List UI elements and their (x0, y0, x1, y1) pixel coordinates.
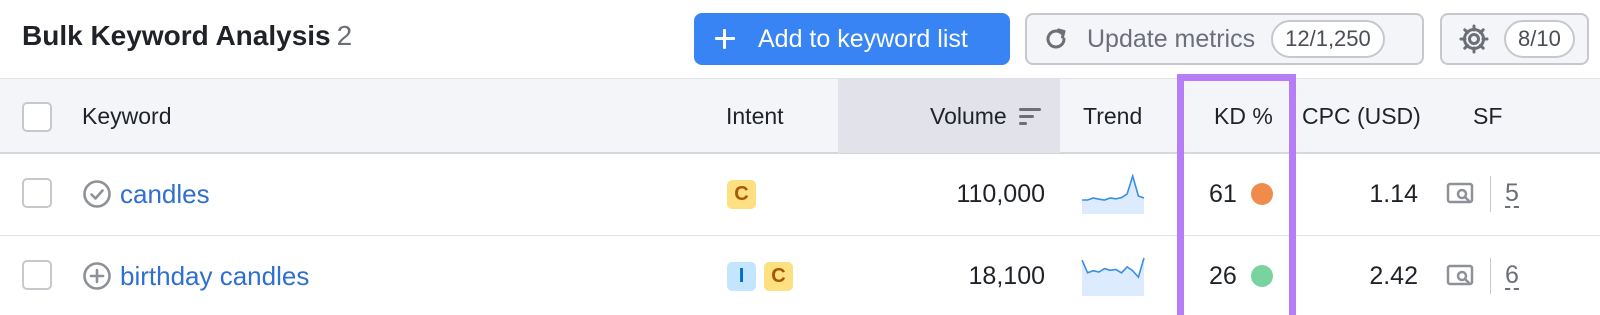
intent-cell: C (727, 154, 764, 234)
intent-badge-informational: I (727, 261, 756, 291)
gear-icon (1459, 24, 1489, 54)
serp-features-icon[interactable] (1446, 263, 1476, 289)
column-header-kd[interactable]: KD % (1214, 79, 1273, 153)
table-row: candles C 110,000 61 1.14 5 (0, 154, 1600, 236)
sf-cell: 6 (1446, 236, 1519, 315)
trend-area (1082, 258, 1144, 296)
kd-value: 26 (1209, 261, 1237, 290)
update-metrics-label: Update metrics (1087, 24, 1256, 53)
volume-cell: 110,000 (956, 179, 1045, 208)
sf-count[interactable]: 5 (1505, 180, 1519, 208)
cpc-cell: 1.14 (1369, 179, 1418, 208)
keyword-link[interactable]: birthday candles (120, 261, 309, 292)
plus-icon (714, 28, 736, 50)
keyword-link[interactable]: candles (120, 179, 210, 210)
page-header: Bulk Keyword Analysis 2 Add to keyword li… (0, 0, 1600, 78)
sort-descending-icon (1018, 108, 1041, 125)
sf-divider (1490, 176, 1491, 212)
keyword-count: 2 (336, 20, 353, 51)
keyword-cell: candles (82, 154, 210, 234)
kd-cell: 26 (1209, 236, 1273, 315)
trend-sparkline[interactable] (1081, 256, 1145, 296)
add-to-keyword-list-button[interactable]: Add to keyword list (694, 13, 1010, 65)
row-checkbox[interactable] (22, 178, 52, 208)
column-header-keyword[interactable]: Keyword (82, 79, 171, 153)
sf-cell: 5 (1446, 154, 1519, 234)
cpc-cell: 2.42 (1369, 261, 1418, 290)
column-header-sf[interactable]: SF (1473, 79, 1502, 153)
kd-cell: 61 (1209, 154, 1273, 234)
settings-quota-badge: 8/10 (1504, 20, 1575, 58)
trend-sparkline[interactable] (1081, 174, 1145, 214)
column-header-intent[interactable]: Intent (726, 79, 784, 153)
refresh-icon (1046, 28, 1066, 49)
select-all-checkbox[interactable] (22, 102, 52, 132)
update-metrics-button[interactable]: Update metrics 12/1,250 (1025, 13, 1424, 65)
column-header-trend[interactable]: Trend (1083, 79, 1142, 153)
sf-count[interactable]: 6 (1505, 262, 1519, 290)
table-row: birthday candles I C 18,100 26 2.42 6 (0, 236, 1600, 315)
trend-cell (1081, 236, 1145, 315)
volume-cell: 18,100 (968, 261, 1045, 290)
sf-divider (1490, 258, 1491, 294)
check-circle-icon[interactable] (82, 179, 112, 209)
plus-circle-icon[interactable] (82, 261, 112, 291)
column-header-volume-label: Volume (930, 102, 1007, 129)
column-header-cpc[interactable]: CPC (USD) (1302, 79, 1421, 153)
keyword-cell: birthday candles (82, 236, 309, 315)
intent-cell: I C (727, 236, 801, 315)
kd-difficulty-dot (1250, 265, 1273, 287)
add-to-keyword-list-label: Add to keyword list (758, 24, 968, 53)
trend-cell (1081, 154, 1145, 234)
kd-value: 61 (1209, 179, 1237, 208)
serp-features-icon[interactable] (1446, 181, 1476, 207)
settings-button[interactable]: 8/10 (1440, 13, 1589, 65)
page-title: Bulk Keyword Analysis 2 (22, 20, 352, 52)
kd-difficulty-dot (1250, 183, 1273, 205)
column-header-volume[interactable]: Volume (930, 79, 1043, 153)
update-quota-badge: 12/1,250 (1271, 20, 1385, 58)
table-header: Keyword Intent Volume Trend KD % CPC (US… (0, 78, 1600, 154)
page-title-text: Bulk Keyword Analysis (22, 20, 331, 51)
row-checkbox[interactable] (22, 260, 52, 290)
intent-badge-commercial: C (727, 179, 756, 209)
intent-badge-commercial: C (764, 261, 793, 291)
